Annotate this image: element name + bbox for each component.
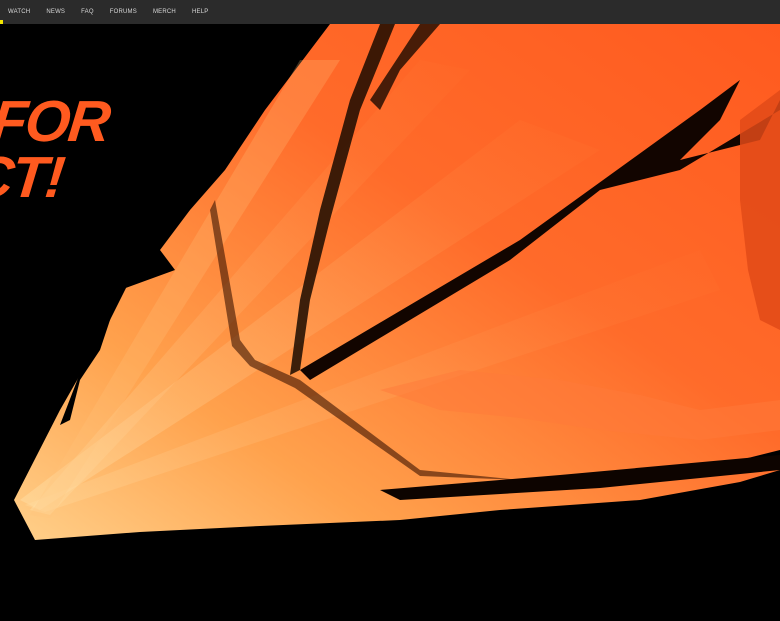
hero-artwork — [14, 24, 780, 540]
nav-item-merch[interactable]: MERCH — [153, 9, 176, 15]
hero-banner: FOR CT! — [0, 24, 780, 621]
nav-menu: WATCH NEWS FAQ FORUMS MERCH HELP — [8, 9, 224, 15]
hero-headline-line2: CT! — [0, 145, 67, 210]
nav-item-faq[interactable]: FAQ — [81, 9, 94, 15]
hero-headline-line1: FOR — [0, 89, 112, 154]
nav-item-forums[interactable]: FORUMS — [110, 9, 137, 15]
top-navigation-bar: WATCH NEWS FAQ FORUMS MERCH HELP — [0, 0, 780, 24]
nav-item-news[interactable]: NEWS — [46, 9, 65, 15]
nav-item-watch[interactable]: WATCH — [8, 9, 30, 15]
nav-item-help[interactable]: HELP — [192, 9, 208, 15]
